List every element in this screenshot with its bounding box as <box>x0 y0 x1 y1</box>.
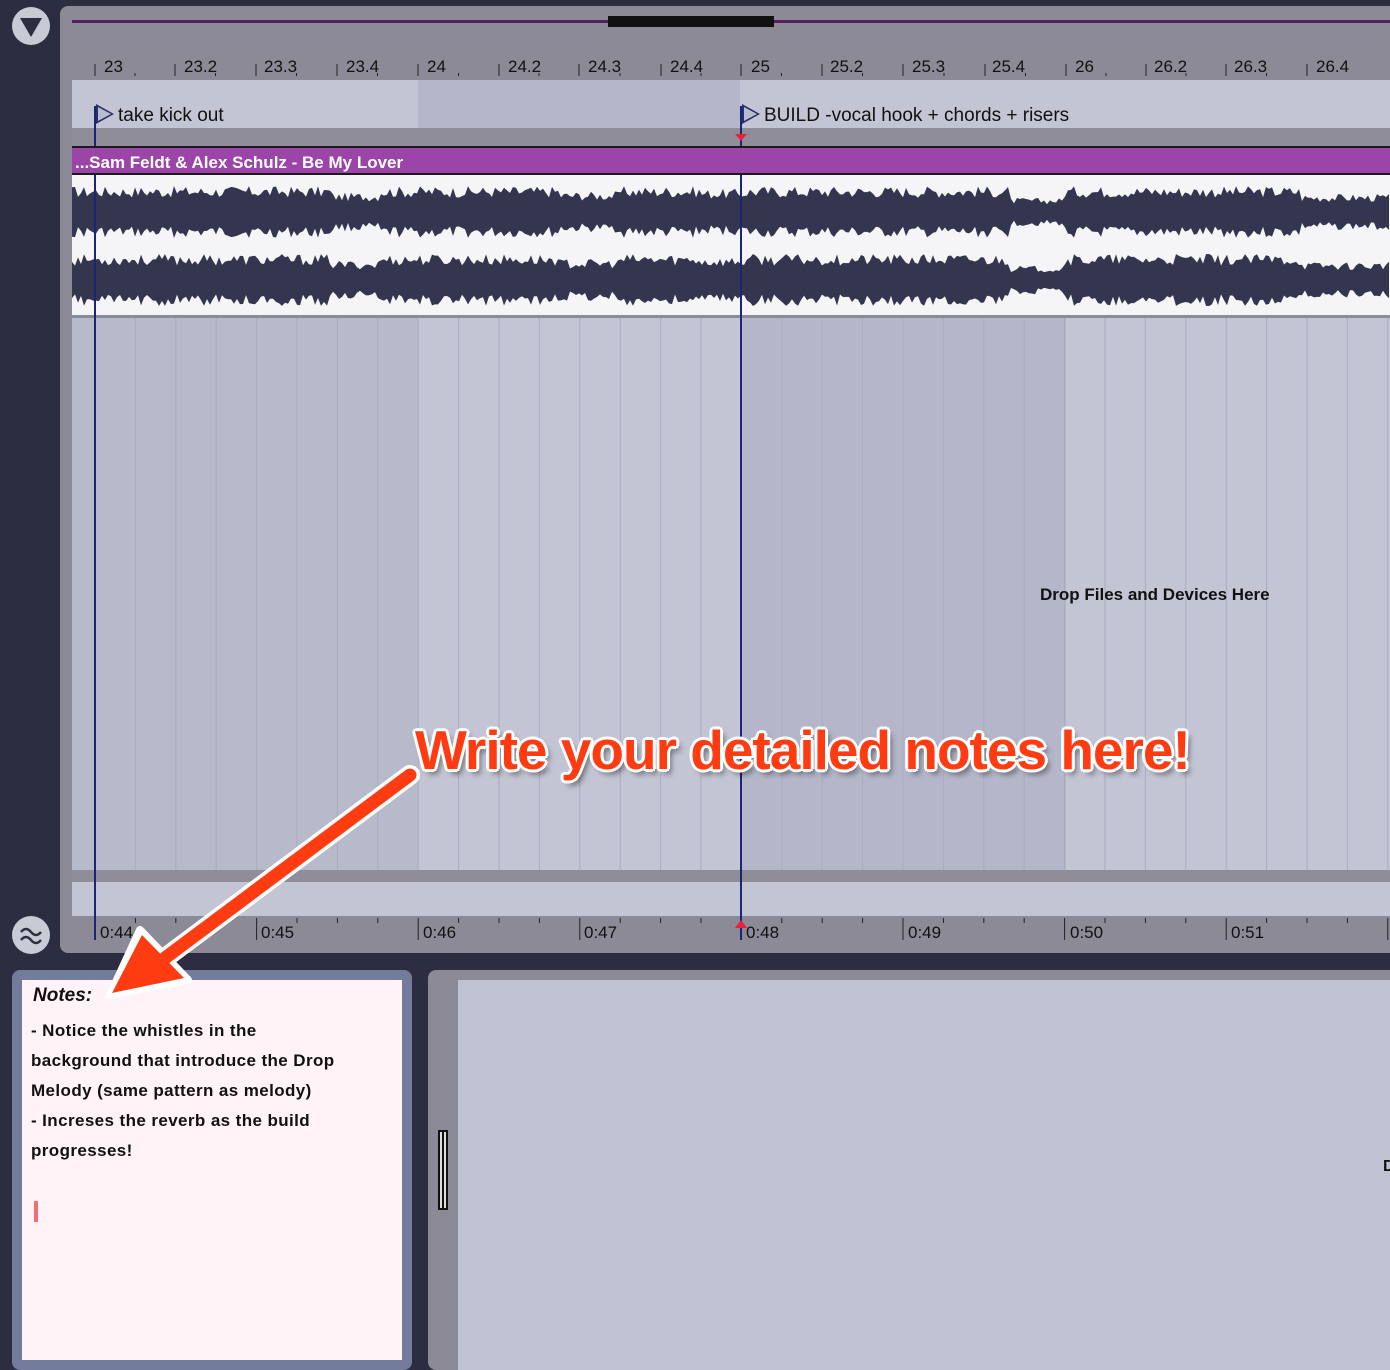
annotation-arrow-icon <box>106 765 420 999</box>
annotation-callout: Write your detailed notes here! <box>415 719 1191 781</box>
